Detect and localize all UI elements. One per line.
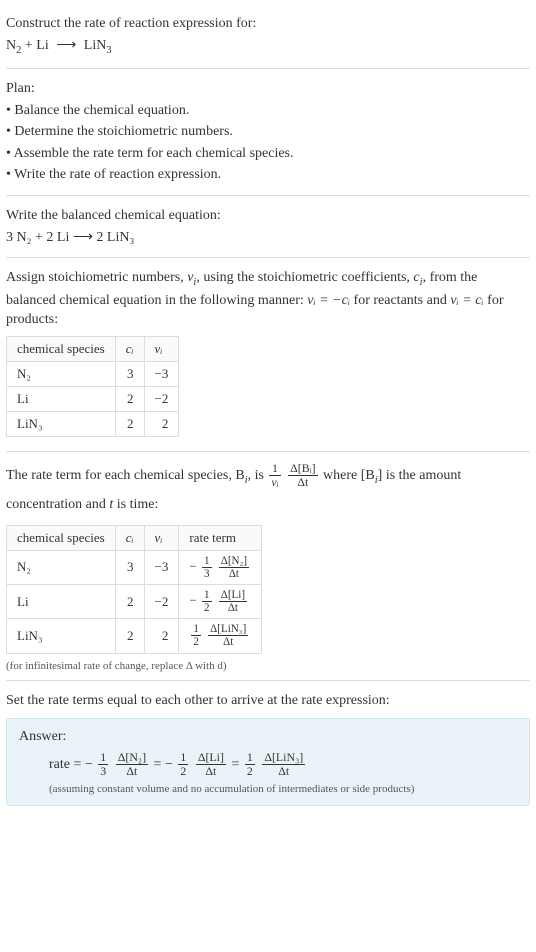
final-title: Set the rate terms equal to each other t… xyxy=(6,691,530,711)
table-row: N₂ 3 −3 − 13 Δ[N₂]Δt xyxy=(7,550,262,584)
stoich-table: chemical species cᵢ νᵢ N₂ 3 −3 Li 2 −2 L… xyxy=(6,336,179,437)
plan-section: Plan: • Balance the chemical equation. •… xyxy=(6,69,530,195)
rateterm-section: The rate term for each chemical species,… xyxy=(6,452,530,680)
intro-section: Construct the rate of reaction expressio… xyxy=(6,4,530,68)
intro-prompt: Construct the rate of reaction expressio… xyxy=(6,14,530,34)
plan-title: Plan: xyxy=(6,79,530,99)
fraction: 1νᵢ xyxy=(269,462,280,489)
rateterm-text: The rate term for each chemical species,… xyxy=(6,462,530,519)
table-header-row: chemical species cᵢ νᵢ rate term xyxy=(7,525,262,550)
table-row: LiN₃ 2 2 xyxy=(7,411,179,436)
balanced-equation: 3 N₂ + 2 Li ⟶ 2 LiN₃ xyxy=(6,228,530,248)
table-row: N₂ 3 −3 xyxy=(7,361,179,386)
answer-equation: rate = − 13 Δ[N₂]Δt = − 12 Δ[Li]Δt = 12 … xyxy=(49,751,517,779)
plan-item: • Determine the stoichiometric numbers. xyxy=(6,122,530,142)
arrow-icon: ⟶ xyxy=(56,36,76,56)
rateterm-footnote: (for infinitesimal rate of change, repla… xyxy=(6,660,530,672)
plan-item: • Write the rate of reaction expression. xyxy=(6,165,530,185)
stoich-text: Assign stoichiometric numbers, νi, using… xyxy=(6,268,530,330)
intro-equation: N2 + Li ⟶ LiN3 xyxy=(6,36,530,58)
table-row: LiN₃ 2 2 12 Δ[LiN₃]Δt xyxy=(7,619,262,653)
stoich-section: Assign stoichiometric numbers, νi, using… xyxy=(6,258,530,451)
page: Construct the rate of reaction expressio… xyxy=(0,0,536,826)
table-header-row: chemical species cᵢ νᵢ xyxy=(7,336,179,361)
plan-item: • Balance the chemical equation. xyxy=(6,101,530,121)
answer-note: (assuming constant volume and no accumul… xyxy=(49,783,517,795)
eq-lhs: N2 xyxy=(6,38,21,53)
fraction: Δ[Bᵢ]Δt xyxy=(288,462,317,489)
final-section: Set the rate terms equal to each other t… xyxy=(6,681,530,823)
answer-box: Answer: rate = − 13 Δ[N₂]Δt = − 12 Δ[Li]… xyxy=(6,718,530,806)
table-row: Li 2 −2 − 12 Δ[Li]Δt xyxy=(7,584,262,618)
plan-item: • Assemble the rate term for each chemic… xyxy=(6,144,530,164)
balanced-title: Write the balanced chemical equation: xyxy=(6,206,530,226)
eq-rhs: LiN3 xyxy=(80,38,111,53)
col-ci: cᵢ xyxy=(115,336,144,361)
col-species: chemical species xyxy=(7,336,116,361)
balanced-section: Write the balanced chemical equation: 3 … xyxy=(6,196,530,257)
table-row: Li 2 −2 xyxy=(7,386,179,411)
answer-label: Answer: xyxy=(19,729,517,745)
col-nui: νᵢ xyxy=(144,336,179,361)
rateterm-table: chemical species cᵢ νᵢ rate term N₂ 3 −3… xyxy=(6,525,262,654)
